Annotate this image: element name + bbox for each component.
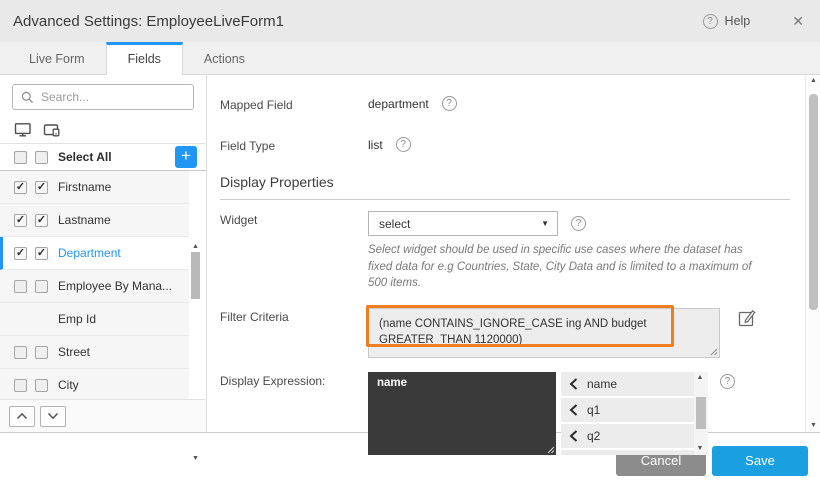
widget-label: Widget	[220, 211, 368, 227]
field-label: Department	[58, 246, 121, 260]
mapped-field-label: Mapped Field	[220, 96, 368, 112]
expression-field-list: name q1 q2 q3	[561, 372, 694, 455]
scroll-down-icon[interactable]: ▼	[190, 455, 201, 463]
widget-hint-text: Select widget should be used in specific…	[368, 242, 766, 292]
scroll-up-icon[interactable]: ▲	[190, 243, 201, 251]
field-label: Firstname	[58, 180, 111, 194]
field-row-lastname[interactable]: ✓ ✓ Lastname	[0, 204, 189, 237]
mobile-checkbox[interactable]	[35, 346, 48, 359]
mobile-checkbox[interactable]	[35, 379, 48, 392]
chevron-left-icon	[569, 404, 578, 416]
scrollbar-thumb[interactable]	[696, 397, 706, 429]
move-field-up-button[interactable]	[9, 406, 35, 427]
expression-field-name: q1	[587, 403, 600, 417]
expression-field-item-q1[interactable]: q1	[561, 398, 694, 424]
field-type-help-icon[interactable]: ?	[396, 137, 411, 152]
select-all-label: Select All	[58, 150, 112, 164]
help-icon[interactable]: ?	[703, 14, 718, 29]
scroll-up-icon[interactable]: ▲	[806, 77, 820, 85]
filter-criteria-textarea[interactable]: (name CONTAINS_IGNORE_CASE ing AND budge…	[368, 308, 720, 358]
field-row-firstname[interactable]: ✓ ✓ Firstname	[0, 171, 189, 204]
web-checkbox[interactable]	[14, 280, 27, 293]
resize-handle-icon[interactable]	[547, 446, 555, 454]
field-row-department[interactable]: ✓ ✓ Department	[0, 237, 189, 270]
field-row-employee-by-mana[interactable]: Employee By Mana...	[0, 270, 189, 303]
tab-actions[interactable]: Actions	[183, 42, 266, 75]
dialog-header: Advanced Settings: EmployeeLiveForm1 ? H…	[0, 0, 820, 42]
mobile-checkbox[interactable]: ✓	[35, 247, 48, 260]
dialog-title: Advanced Settings: EmployeeLiveForm1	[13, 13, 284, 30]
desktop-icon[interactable]	[14, 122, 32, 138]
expression-field-item-q2[interactable]: q2	[561, 424, 694, 450]
chevron-left-icon	[569, 378, 578, 390]
resize-handle-icon[interactable]	[710, 348, 718, 356]
mapped-field-value: department	[368, 97, 429, 111]
filter-criteria-label: Filter Criteria	[220, 308, 368, 324]
search-box	[12, 84, 194, 110]
web-checkbox[interactable]: ✓	[14, 181, 27, 194]
expression-field-item-q3[interactable]: q3	[561, 450, 694, 455]
field-label: Employee By Mana...	[58, 279, 172, 293]
tab-live-form[interactable]: Live Form	[8, 42, 106, 75]
field-label: Street	[58, 345, 90, 359]
close-icon[interactable]: ✕	[792, 13, 804, 30]
display-expression-editor[interactable]: name	[368, 372, 556, 455]
advanced-settings-dialog: Advanced Settings: EmployeeLiveForm1 ? H…	[0, 0, 820, 488]
expression-field-list-panel: name q1 q2 q3 ▲ ▼	[561, 372, 708, 455]
field-row-city[interactable]: City	[0, 369, 189, 402]
web-checkbox[interactable]	[14, 346, 27, 359]
scroll-down-icon[interactable]: ▼	[806, 422, 820, 430]
search-icon	[21, 91, 34, 104]
expression-field-item-name[interactable]: name	[561, 372, 694, 398]
chevron-left-icon	[569, 430, 578, 442]
scroll-down-icon[interactable]: ▼	[694, 445, 706, 453]
field-label: City	[58, 378, 79, 392]
expression-field-name: name	[587, 377, 617, 391]
field-type-value: list	[368, 138, 383, 152]
mobile-checkbox[interactable]	[35, 280, 48, 293]
field-reorder-bar	[0, 399, 206, 432]
expression-list-scrollbar[interactable]: ▲ ▼	[694, 372, 708, 455]
field-row-street[interactable]: Street	[0, 336, 189, 369]
tab-fields[interactable]: Fields	[106, 42, 183, 75]
move-field-down-button[interactable]	[40, 406, 66, 427]
display-properties-heading: Display Properties	[220, 174, 790, 200]
select-all-web-checkbox[interactable]	[14, 151, 27, 164]
sidebar-scrollbar[interactable]: ▲ ▼	[190, 243, 201, 467]
help-link[interactable]: Help	[725, 14, 751, 28]
mobile-checkbox[interactable]: ✓	[35, 181, 48, 194]
mobile-checkbox[interactable]: ✓	[35, 214, 48, 227]
expression-field-name: q2	[587, 429, 600, 443]
widget-help-icon[interactable]: ?	[571, 216, 586, 231]
search-input[interactable]	[41, 90, 196, 104]
field-type-label: Field Type	[220, 137, 368, 153]
widget-selected-value: select	[379, 217, 541, 231]
scroll-up-icon[interactable]: ▲	[694, 374, 706, 382]
scrollbar-thumb[interactable]	[809, 94, 818, 310]
main-scrollbar[interactable]: ▲ ▼	[805, 75, 820, 432]
device-toggle-row	[0, 117, 206, 144]
mapped-field-help-icon[interactable]: ?	[442, 96, 457, 111]
select-all-mobile-checkbox[interactable]	[35, 151, 48, 164]
field-label: Emp Id	[58, 312, 96, 326]
select-all-row: Select All +	[0, 144, 206, 171]
edit-icon[interactable]	[738, 309, 756, 327]
field-list: ✓ ✓ Firstname ✓ ✓ Lastname ✓ ✓ Department Employe…	[0, 171, 201, 402]
mobile-icon[interactable]	[43, 122, 62, 138]
field-settings-panel: Mapped Field department ? Field Type lis…	[207, 75, 820, 432]
add-field-button[interactable]: +	[175, 146, 197, 168]
web-checkbox[interactable]: ✓	[14, 214, 27, 227]
chevron-down-icon: ▼	[541, 219, 549, 228]
widget-select[interactable]: select ▼	[368, 211, 558, 236]
fields-sidebar: Select All + ✓ ✓ Firstname ✓ ✓ Lastname ✓ ✓ Depa…	[0, 75, 207, 432]
web-checkbox[interactable]: ✓	[14, 247, 27, 260]
tab-bar: Live FormFieldsActions	[0, 42, 820, 75]
display-expression-help-icon[interactable]: ?	[720, 374, 735, 389]
web-checkbox[interactable]	[14, 379, 27, 392]
field-row-emp-id[interactable]: Emp Id	[0, 303, 189, 336]
field-label: Lastname	[58, 213, 111, 227]
scrollbar-thumb[interactable]	[191, 252, 200, 299]
display-expression-label: Display Expression:	[220, 372, 368, 388]
